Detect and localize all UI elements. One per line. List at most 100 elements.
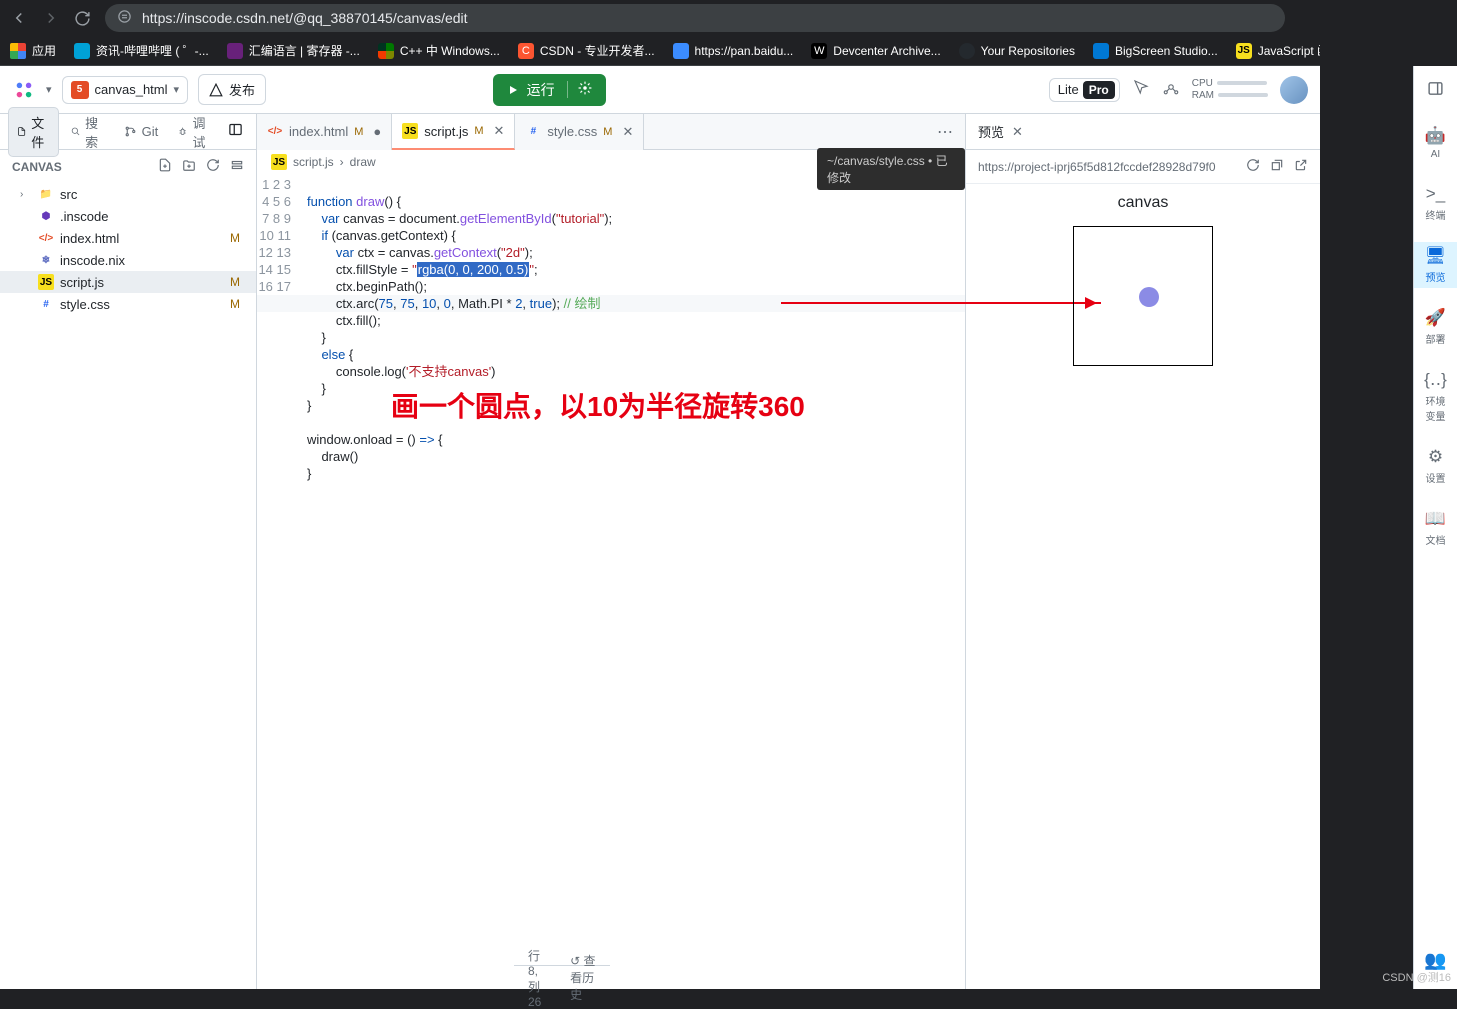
bookmark-item[interactable]: CCSDN - 专业开发者... (518, 42, 655, 59)
right-rail: 🤖AI >_终端 🖥预览 🚀部署 {‥}环境 变量 ⚙设置 📖文档 👥 (1413, 66, 1457, 989)
history-button[interactable]: ↺ 查看历史 (570, 952, 596, 1003)
rail-deploy[interactable]: 🚀部署 (1414, 304, 1457, 350)
new-file-icon[interactable] (158, 158, 172, 175)
publish-label: 发布 (229, 80, 255, 99)
resource-meter: CPU RAM (1192, 78, 1268, 102)
preview-url: https://project-iprj65f5d812fccdef28928d… (978, 160, 1236, 174)
cursor-position[interactable]: 行 8, 列 26 (528, 947, 552, 1009)
folder-src[interactable]: ›📁src (0, 183, 256, 205)
preview-pane: 预览 ✕ https://project-iprj65f5d812fccdef2… (965, 114, 1320, 989)
app-header: ▾ 5 canvas_html ▾ 发布 运行 Lite Pro CPU RAM (0, 66, 1320, 114)
preview-header: 预览 ✕ (966, 114, 1320, 150)
run-settings-icon[interactable] (567, 81, 592, 98)
file-tree: ›📁src ⬢.inscode </>index.htmlM ❄inscode.… (0, 183, 256, 315)
forward-button[interactable] (42, 9, 60, 27)
reload-icon[interactable] (1246, 158, 1260, 175)
editor-tabs: </>index.html M● JSscript.js M✕ #style.c… (257, 114, 965, 150)
project-selector[interactable]: 5 canvas_html ▾ (62, 76, 189, 104)
bookmark-item[interactable]: BigScreen Studio... (1093, 43, 1218, 59)
css-icon: # (525, 124, 541, 140)
rail-preview[interactable]: 🖥预览 (1414, 242, 1457, 288)
bookmark-item[interactable]: 资讯-哔哩哔哩 ( ゜-... (74, 42, 209, 59)
rail-env[interactable]: {‥}环境 变量 (1414, 366, 1457, 427)
file-inscode[interactable]: ⬢.inscode (0, 205, 256, 227)
new-folder-icon[interactable] (182, 158, 196, 175)
chevron-down-icon: ▾ (174, 83, 180, 96)
tab-style-css[interactable]: #style.css M✕ (515, 114, 644, 150)
js-icon: JS (271, 154, 287, 170)
external-icon[interactable] (1294, 158, 1308, 175)
url-bar[interactable]: https://inscode.csdn.net/@qq_38870145/ca… (105, 4, 1285, 32)
lite-label: Lite (1058, 82, 1079, 97)
run-label: 运行 (527, 80, 555, 100)
tab-index-html[interactable]: </>index.html M● (257, 114, 392, 150)
tab-script-js[interactable]: JSscript.js M✕ (392, 114, 515, 150)
apps-button[interactable]: 应用 (10, 42, 56, 59)
canvas-output (1073, 226, 1213, 366)
canvas-heading: canvas (1118, 194, 1169, 212)
site-info-icon[interactable] (117, 9, 132, 27)
cursor-icon[interactable] (1132, 78, 1150, 101)
back-button[interactable] (10, 9, 28, 27)
section-title: CANVAS (12, 160, 62, 174)
crop-mask (1320, 0, 1457, 66)
bookmark-item[interactable]: 汇编语言 | 寄存器 -... (227, 42, 360, 59)
collapse-icon[interactable] (230, 158, 244, 175)
reload-button[interactable] (74, 10, 91, 27)
bookmark-item[interactable]: WDevcenter Archive... (811, 43, 940, 59)
html5-icon: 5 (71, 81, 89, 99)
rail-layout-icon[interactable] (1414, 76, 1457, 106)
publish-button[interactable]: 发布 (198, 74, 266, 105)
refresh-icon[interactable] (206, 158, 220, 175)
explorer-panel: 文件 搜索 Git 调试 CANVAS ›📁src ⬢.inscode </>i… (0, 114, 257, 989)
status-bar: 行 8, 列 26 ↺ 查看历史 (514, 965, 610, 989)
project-name: canvas_html (95, 82, 168, 97)
annotation-arrow (781, 302, 1101, 304)
bookmarks-bar: 应用 资讯-哔哩哔哩 ( ゜-... 汇编语言 | 寄存器 -... C++ 中… (0, 36, 1457, 66)
pro-badge: Pro (1083, 81, 1115, 99)
editor-area: </>index.html M● JSscript.js M✕ #style.c… (257, 114, 965, 989)
preview-title: 预览 (978, 122, 1004, 141)
file-script-js[interactable]: JSscript.jsM (0, 271, 256, 293)
rail-settings[interactable]: ⚙设置 (1414, 443, 1457, 489)
tab-files[interactable]: 文件 (8, 107, 59, 157)
watermark: CSDN @测16 (1382, 969, 1451, 985)
close-icon[interactable]: ✕ (622, 124, 633, 140)
logo-icon[interactable] (12, 78, 36, 102)
network-icon[interactable] (1162, 78, 1180, 101)
chevron-down-icon[interactable]: ▾ (46, 83, 52, 96)
browser-chrome: https://inscode.csdn.net/@qq_38870145/ca… (0, 0, 1457, 36)
tab-search[interactable]: 搜索 (63, 108, 112, 156)
html-icon: </> (267, 124, 283, 140)
rail-ai[interactable]: 🤖AI (1414, 122, 1457, 164)
close-icon[interactable]: ✕ (1012, 124, 1023, 140)
open-new-icon[interactable] (1270, 158, 1284, 175)
bookmark-item[interactable]: https://pan.baidu... (673, 43, 794, 59)
canvas-circle (1139, 287, 1159, 307)
file-style-css[interactable]: #style.cssM (0, 293, 256, 315)
tab-debug[interactable]: 调试 (170, 108, 219, 156)
panel-toggle-icon[interactable] (223, 119, 248, 145)
explorer-section-header: CANVAS (0, 150, 256, 183)
code-content[interactable]: function draw() { var canvas = document.… (301, 174, 965, 989)
ide-app: ▾ 5 canvas_html ▾ 发布 运行 Lite Pro CPU RAM (0, 66, 1320, 989)
run-button[interactable]: 运行 (493, 74, 606, 106)
preview-content: canvas (966, 184, 1320, 989)
tab-overflow-icon[interactable]: ⋯ (925, 122, 965, 142)
avatar[interactable] (1280, 76, 1308, 104)
file-index-html[interactable]: </>index.htmlM (0, 227, 256, 249)
rail-docs[interactable]: 📖文档 (1414, 505, 1457, 551)
file-inscode-nix[interactable]: ❄inscode.nix (0, 249, 256, 271)
bookmark-item[interactable]: Your Repositories (959, 43, 1075, 59)
js-icon: JS (402, 123, 418, 139)
bookmark-item[interactable]: C++ 中 Windows... (378, 42, 500, 59)
plan-toggle[interactable]: Lite Pro (1049, 78, 1120, 102)
annotation-text: 画一个圆点，以10为半径旋转360 (391, 398, 805, 415)
tab-git[interactable]: Git (116, 119, 167, 144)
code-editor[interactable]: 1 2 3 4 5 6 7 8 9 10 11 12 13 14 15 16 1… (257, 174, 965, 989)
preview-url-bar: https://project-iprj65f5d812fccdef28928d… (966, 150, 1320, 184)
rail-terminal[interactable]: >_终端 (1414, 180, 1457, 226)
close-icon[interactable]: ● (373, 124, 381, 139)
url-text: https://inscode.csdn.net/@qq_38870145/ca… (142, 10, 468, 26)
close-icon[interactable]: ✕ (494, 123, 505, 139)
